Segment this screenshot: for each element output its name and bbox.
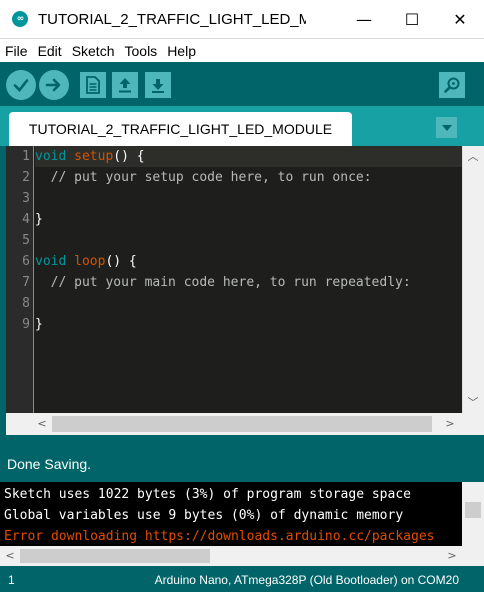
menu-tools[interactable]: Tools — [124, 43, 159, 59]
verify-icon — [13, 79, 29, 92]
code-editor[interactable]: 1 2 3 4 5 6 7 8 9 void setup() { // put … — [6, 146, 462, 413]
scrollbar-thumb[interactable] — [465, 502, 481, 518]
code-line: void setup() { — [35, 149, 145, 164]
console-error-line: Error downloading https://downloads.ardu… — [4, 529, 435, 544]
menu-file[interactable]: File — [4, 43, 29, 59]
scrollbar-thumb[interactable] — [52, 416, 432, 432]
line-number: 6 — [22, 254, 30, 269]
status-message: Done Saving. — [7, 456, 92, 472]
console-line: Sketch uses 1022 bytes (3%) of program s… — [4, 487, 411, 502]
toolbar — [0, 62, 484, 106]
code-line: } — [35, 317, 43, 332]
chevron-left-icon[interactable]: < — [2, 549, 18, 562]
code-line: } — [35, 212, 43, 227]
maximize-button[interactable]: ☐ — [388, 0, 436, 38]
new-sketch-button[interactable] — [80, 72, 106, 98]
editor-vertical-scrollbar[interactable]: ︿ ﹀ — [462, 146, 484, 413]
verify-button[interactable] — [6, 70, 36, 100]
chevron-left-icon[interactable]: < — [34, 417, 50, 430]
save-icon — [152, 79, 164, 93]
tab-menu-button[interactable] — [436, 117, 457, 138]
open-sketch-button[interactable] — [112, 72, 138, 98]
chevron-down-icon[interactable]: ﹀ — [465, 394, 481, 410]
title-bar: ∞ TUTORIAL_2_TRAFFIC_LIGHT_LED_MOD... — … — [0, 0, 484, 38]
menu-edit[interactable]: Edit — [37, 43, 63, 59]
triangle-down-icon — [441, 124, 452, 131]
menu-sketch[interactable]: Sketch — [71, 43, 116, 59]
scrollbar-corner — [462, 413, 484, 435]
line-number: 9 — [22, 317, 30, 332]
close-button[interactable]: ✕ — [436, 0, 484, 38]
chevron-up-icon[interactable]: ︿ — [465, 148, 481, 164]
cursor-line-number: 1 — [8, 573, 15, 587]
footer-bar: 1 Arduino Nano, ATmega328P (Old Bootload… — [0, 566, 484, 592]
upload-button[interactable] — [39, 70, 69, 100]
line-number: 3 — [22, 191, 30, 206]
console-vertical-scrollbar[interactable] — [462, 482, 484, 546]
editor-horizontal-scrollbar[interactable]: < > — [6, 413, 462, 435]
scrollbar-corner — [462, 546, 484, 566]
tab-sketch[interactable]: TUTORIAL_2_TRAFFIC_LIGHT_LED_MODULE — [9, 112, 352, 146]
menu-bar: File Edit Sketch Tools Help — [0, 38, 484, 62]
code-line: // put your setup code here, to run once… — [35, 170, 372, 185]
output-console[interactable]: Sketch uses 1022 bytes (3%) of program s… — [0, 482, 462, 546]
board-port-info: Arduino Nano, ATmega328P (Old Bootloader… — [154, 573, 459, 587]
arduino-logo-icon: ∞ — [12, 11, 28, 27]
line-number-gutter: 1 2 3 4 5 6 7 8 9 — [6, 146, 34, 413]
window-title: TUTORIAL_2_TRAFFIC_LIGHT_LED_MOD... — [38, 10, 306, 28]
menu-help[interactable]: Help — [166, 43, 197, 59]
line-number: 8 — [22, 296, 30, 311]
window-controls: — ☐ ✕ — [340, 0, 484, 38]
line-number: 2 — [22, 170, 30, 185]
scrollbar-thumb[interactable] — [20, 549, 210, 563]
serial-monitor-icon — [444, 77, 460, 93]
serial-monitor-button[interactable] — [439, 72, 465, 98]
status-bar: Done Saving. — [0, 446, 484, 482]
new-icon — [86, 76, 100, 94]
line-number: 5 — [22, 233, 30, 248]
console-horizontal-scrollbar[interactable]: < > — [0, 546, 462, 566]
code-line: // put your main code here, to run repea… — [35, 275, 411, 290]
upload-icon — [45, 78, 61, 92]
line-number: 1 — [22, 149, 30, 164]
open-icon — [119, 78, 131, 93]
chevron-right-icon[interactable]: > — [444, 549, 460, 562]
line-number: 4 — [22, 212, 30, 227]
minimize-button[interactable]: — — [340, 0, 388, 38]
line-number: 7 — [22, 275, 30, 290]
tab-bar: TUTORIAL_2_TRAFFIC_LIGHT_LED_MODULE — [0, 106, 484, 146]
code-line: void loop() { — [35, 254, 137, 269]
chevron-right-icon[interactable]: > — [442, 417, 458, 430]
save-sketch-button[interactable] — [145, 72, 171, 98]
console-line: Global variables use 9 bytes (0%) of dyn… — [4, 508, 404, 523]
